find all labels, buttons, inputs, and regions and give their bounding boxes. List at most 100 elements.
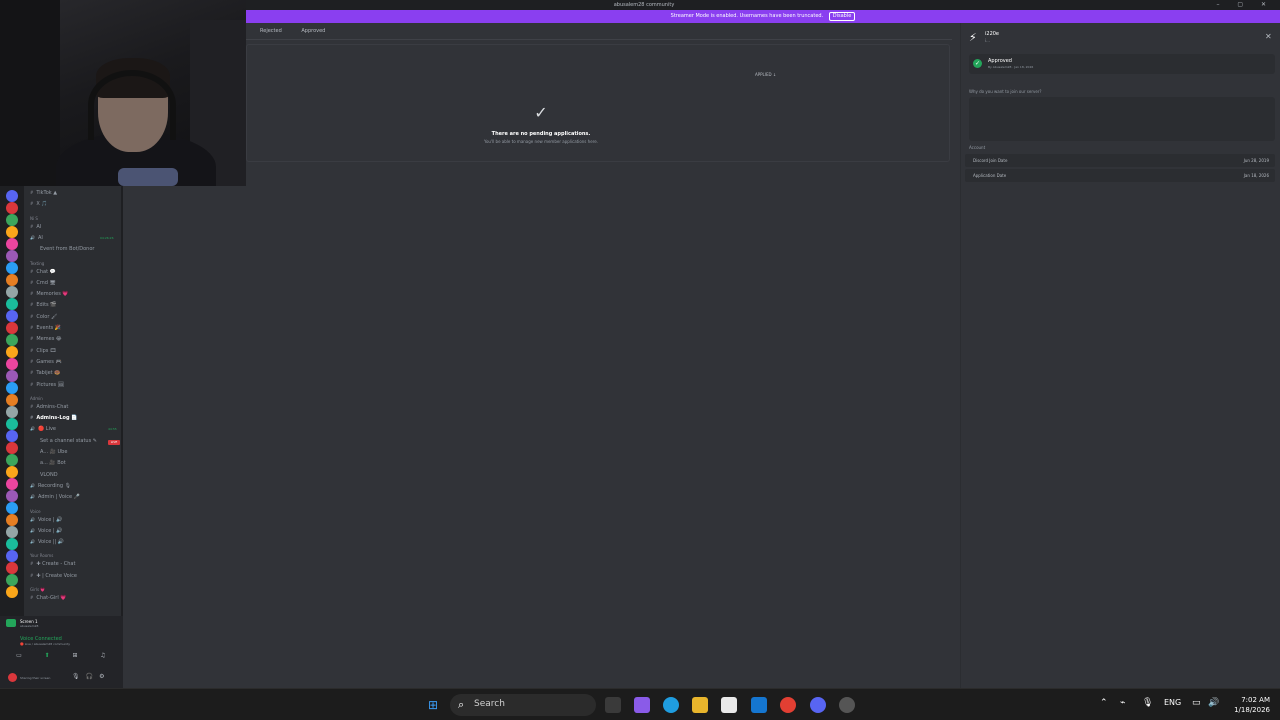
server-icon[interactable]: [6, 382, 18, 394]
channel-item[interactable]: # Color 🖌: [30, 314, 57, 320]
window-controls[interactable]: – ▢ ✕: [1216, 1, 1274, 8]
volume-icon[interactable]: 🔊: [1208, 698, 1219, 708]
voice-member[interactable]: A... 🎥 Ube: [40, 449, 67, 455]
voice-member[interactable]: Set a channel status ✎: [40, 438, 97, 444]
user-controls[interactable]: 🎙🎧⚙: [72, 673, 110, 680]
voice-member[interactable]: Event from Bot/Donor: [40, 246, 94, 252]
server-icon[interactable]: [6, 514, 18, 526]
server-icon[interactable]: [6, 586, 18, 598]
server-icon[interactable]: [6, 454, 18, 466]
store-icon[interactable]: [721, 697, 737, 713]
server-icon[interactable]: [6, 430, 18, 442]
server-icon[interactable]: [6, 250, 18, 262]
channel-item[interactable]: # Chat 💬: [30, 269, 56, 275]
server-icon[interactable]: [6, 274, 18, 286]
edge-icon[interactable]: [663, 697, 679, 713]
channel-category[interactable]: Girls 💗: [30, 587, 45, 592]
server-icon[interactable]: [6, 406, 18, 418]
sort-dropdown[interactable]: APPLIED ↓: [755, 72, 776, 77]
channel-item[interactable]: # Games 🎮: [30, 359, 62, 365]
channel-category[interactable]: Voice: [30, 509, 41, 514]
channel-item[interactable]: # Admins-Log 📄: [30, 415, 78, 421]
chrome-icon[interactable]: [780, 697, 796, 713]
voice-member[interactable]: a... 🎥 Bot: [40, 460, 66, 466]
channel-item[interactable]: 🔊 Admin | Voice 🎤: [30, 494, 80, 500]
server-icon[interactable]: [6, 442, 18, 454]
screen-share-button-icon[interactable]: ⬆: [42, 652, 52, 660]
channel-item[interactable]: # Tabijet 🍩: [30, 370, 60, 376]
network-icon[interactable]: ⌁: [1120, 698, 1125, 708]
server-icon[interactable]: [6, 238, 18, 250]
server-icon[interactable]: [6, 286, 18, 298]
server-icon[interactable]: [6, 322, 18, 334]
channel-category[interactable]: Admin: [30, 396, 43, 401]
clock[interactable]: 7:02 AM 1/18/2026: [1226, 695, 1270, 715]
channel-item[interactable]: # Clips 🎞: [30, 348, 56, 354]
channel-item[interactable]: # Admins-Chat: [30, 404, 68, 410]
channel-item[interactable]: # TikTok ▲: [30, 190, 57, 196]
channel-category[interactable]: Texting: [30, 261, 44, 266]
avatar[interactable]: [8, 673, 17, 682]
channel-item[interactable]: 🔊 AI: [30, 235, 43, 241]
server-icon[interactable]: [6, 550, 18, 562]
server-icon[interactable]: [6, 226, 18, 238]
server-icon[interactable]: [6, 346, 18, 358]
server-icon[interactable]: [6, 310, 18, 322]
discord-icon[interactable]: [810, 697, 826, 713]
server-icon[interactable]: [6, 418, 18, 430]
server-icon[interactable]: [6, 358, 18, 370]
close-icon[interactable]: ✕: [1265, 32, 1272, 41]
server-icon[interactable]: [6, 526, 18, 538]
server-icon[interactable]: [6, 394, 18, 406]
file-explorer-icon[interactable]: [692, 697, 708, 713]
channel-item[interactable]: # Memes 😂: [30, 336, 62, 342]
channel-item[interactable]: # Chat-Girl 💗: [30, 595, 67, 601]
app-icon[interactable]: [839, 697, 855, 713]
voice-member[interactable]: VLOND: [40, 472, 58, 478]
server-icon[interactable]: [6, 502, 18, 514]
channel-item[interactable]: 🔊 Voice | 🔊: [30, 517, 62, 523]
server-icon[interactable]: [6, 538, 18, 550]
soundboard-icon[interactable]: ♫: [98, 652, 108, 660]
tab-approved[interactable]: Approved: [301, 28, 325, 34]
channel-item[interactable]: # X 🎵: [30, 201, 48, 207]
task-view-icon[interactable]: [605, 697, 621, 713]
server-icon[interactable]: [6, 334, 18, 346]
language-indicator[interactable]: ENG: [1164, 698, 1181, 707]
channel-scrollbar[interactable]: [121, 186, 123, 688]
channel-item[interactable]: # Events 🎉: [30, 325, 61, 331]
server-icon[interactable]: [6, 478, 18, 490]
server-icon[interactable]: [6, 466, 18, 478]
tab-rejected[interactable]: Rejected: [260, 28, 282, 34]
server-icon[interactable]: [6, 574, 18, 586]
channel-item[interactable]: # Pictures 🖼: [30, 382, 64, 388]
server-icon[interactable]: [6, 562, 18, 574]
channel-item[interactable]: 🔊 Recording 🎙: [30, 483, 71, 489]
taskbar-search[interactable]: ⌕ Search: [450, 694, 596, 716]
channel-item[interactable]: 🔊 🔴 Live: [30, 426, 56, 432]
activity-icon[interactable]: ⊞: [70, 652, 80, 660]
channel-item[interactable]: # Edits 🎬: [30, 302, 56, 308]
channel-item[interactable]: 🔊 Voice | 🔊: [30, 528, 62, 534]
server-icon[interactable]: [6, 190, 18, 202]
channel-category[interactable]: Your Rooms: [30, 553, 53, 558]
camera-icon[interactable]: ▭: [14, 652, 24, 660]
copilot-icon[interactable]: [634, 697, 650, 713]
mic-icon[interactable]: 🎙: [1142, 698, 1153, 708]
outlook-icon[interactable]: [751, 697, 767, 713]
channel-item[interactable]: # Cmd 🖥: [30, 280, 56, 286]
channel-item[interactable]: # ✚ | Create Voice: [30, 573, 77, 579]
disable-button[interactable]: Disable: [828, 12, 856, 21]
channel-item[interactable]: # AI: [30, 224, 41, 230]
display-icon[interactable]: ▭: [1192, 698, 1201, 708]
start-icon[interactable]: ⊞: [425, 697, 441, 713]
server-icon[interactable]: [6, 202, 18, 214]
server-icon[interactable]: [6, 490, 18, 502]
server-icon[interactable]: [6, 370, 18, 382]
server-icon[interactable]: [6, 214, 18, 226]
channel-item[interactable]: # ✚ Create - Chat: [30, 561, 75, 567]
server-icon[interactable]: [6, 262, 18, 274]
server-icon[interactable]: [6, 298, 18, 310]
channel-item[interactable]: # Memories 💗: [30, 291, 69, 297]
chevron-up-icon[interactable]: ⌃: [1100, 698, 1108, 708]
